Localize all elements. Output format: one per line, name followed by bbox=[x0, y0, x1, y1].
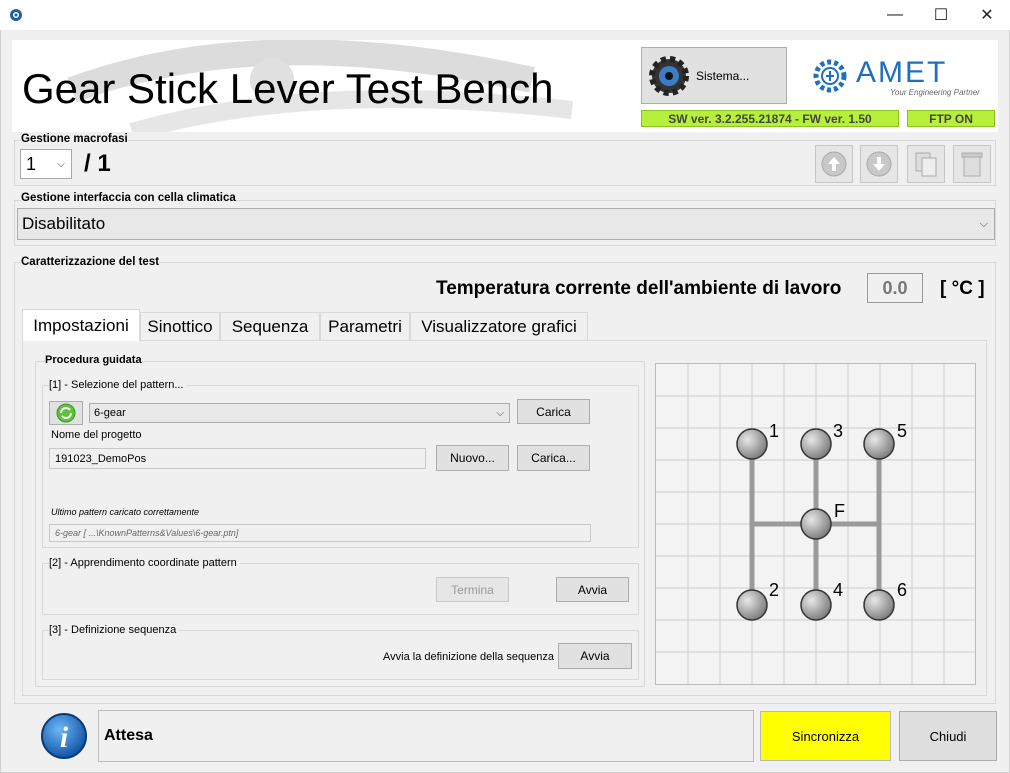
copy-button[interactable] bbox=[907, 145, 945, 183]
chevron-down-icon: ⌵ bbox=[496, 407, 504, 419]
system-button-label: Sistema... bbox=[696, 68, 750, 83]
arrow-down-icon bbox=[866, 151, 892, 177]
refresh-icon bbox=[56, 403, 76, 423]
gear-pattern-svg: 1 3 5 F 2 4 6 bbox=[656, 364, 975, 684]
procedura-label: Procedura guidata bbox=[45, 354, 142, 366]
brand-tagline: Your Engineering Partner bbox=[890, 88, 980, 97]
tab-sequenza[interactable]: Sequenza bbox=[220, 312, 320, 340]
tab-sinottico[interactable]: Sinottico bbox=[140, 312, 220, 340]
test-label: Caratterizzazione del test bbox=[21, 256, 160, 268]
sequence-hint: Avvia la definizione della sequenza bbox=[383, 651, 555, 663]
load-pattern-button[interactable]: Carica bbox=[517, 399, 590, 424]
start-learning-button[interactable]: Avvia bbox=[556, 577, 629, 602]
gear-2-label: 2 bbox=[769, 580, 779, 600]
step2-label: [2] - Apprendimento coordinate pattern bbox=[49, 557, 240, 569]
new-project-button[interactable]: Nuovo... bbox=[436, 445, 509, 471]
neutral-label: F bbox=[834, 501, 845, 521]
arrow-up-icon bbox=[821, 151, 847, 177]
project-name-label: Nome del progetto bbox=[51, 429, 142, 441]
brand-name: AMET bbox=[856, 56, 948, 89]
app-gear-icon bbox=[8, 7, 24, 23]
status-panel: Attesa bbox=[98, 710, 754, 762]
amet-logo: AMET Your Engineering Partner bbox=[810, 54, 980, 100]
temp-unit: [ °C ] bbox=[940, 278, 985, 299]
project-name-field[interactable]: 191023_DemoPos bbox=[49, 448, 426, 469]
gear-5-knob bbox=[863, 428, 895, 460]
app-title: Gear Stick Lever Test Bench bbox=[22, 65, 554, 112]
minimize-button[interactable]: — bbox=[872, 0, 918, 30]
gear-3-label: 3 bbox=[833, 421, 843, 441]
info-icon: i bbox=[38, 711, 90, 761]
system-button[interactable]: Sistema... bbox=[641, 47, 787, 104]
step1-label: [1] - Selezione del pattern... bbox=[49, 379, 187, 391]
close-window-button[interactable]: ✕ bbox=[964, 0, 1010, 30]
gear-4-label: 4 bbox=[833, 580, 843, 600]
chevron-down-icon: ⌵ bbox=[979, 217, 988, 230]
sync-button[interactable]: Sincronizza bbox=[760, 711, 891, 761]
delete-button[interactable] bbox=[953, 145, 991, 183]
refresh-button[interactable] bbox=[49, 401, 83, 425]
amet-logo-icon bbox=[810, 56, 850, 96]
gear-settings-icon bbox=[646, 53, 692, 99]
copy-icon bbox=[915, 152, 937, 177]
tab-visualizzatore[interactable]: Visualizzatore grafici bbox=[410, 312, 588, 340]
svg-text:i: i bbox=[60, 721, 69, 754]
gear-2-knob bbox=[736, 589, 768, 621]
load-project-button[interactable]: Carica... bbox=[517, 445, 590, 471]
close-button[interactable]: Chiudi bbox=[899, 711, 997, 761]
cella-label: Gestione interfaccia con cella climatica bbox=[21, 192, 236, 204]
pattern-selected: 6-gear bbox=[94, 407, 126, 419]
version-badge: SW ver. 3.2.255.21874 - FW ver. 1.50 bbox=[641, 110, 899, 127]
window-titlebar: — ☐ ✕ bbox=[0, 0, 1010, 30]
temp-value: 0.0 bbox=[867, 273, 923, 303]
ftp-status-badge: FTP ON bbox=[907, 110, 995, 127]
stop-learning-button[interactable]: Termina bbox=[436, 577, 509, 602]
pattern-select[interactable]: 6-gear ⌵ bbox=[89, 403, 510, 423]
tab-impostazioni[interactable]: Impostazioni bbox=[22, 309, 140, 341]
trash-icon bbox=[961, 152, 983, 177]
move-down-button[interactable] bbox=[860, 145, 898, 183]
maximize-button[interactable]: ☐ bbox=[918, 0, 964, 30]
cella-select[interactable]: Disabilitato ⌵ bbox=[17, 208, 995, 240]
macrofasi-total: / 1 bbox=[84, 150, 111, 177]
gear-3-knob bbox=[800, 428, 832, 460]
step3-label: [3] - Definizione sequenza bbox=[49, 624, 180, 636]
start-sequence-button[interactable]: Avvia bbox=[558, 643, 632, 669]
step2-group bbox=[42, 563, 639, 615]
gear-1-label: 1 bbox=[769, 421, 779, 441]
neutral-knob bbox=[800, 508, 832, 540]
gear-6-knob bbox=[863, 589, 895, 621]
tab-parametri[interactable]: Parametri bbox=[320, 312, 410, 340]
gear-4-knob bbox=[800, 589, 832, 621]
gear-6-label: 6 bbox=[897, 580, 907, 600]
move-up-button[interactable] bbox=[815, 145, 853, 183]
macrofasi-label: Gestione macrofasi bbox=[21, 133, 128, 145]
chevron-down-icon: ⌵ bbox=[57, 158, 65, 170]
gear-1-knob bbox=[736, 428, 768, 460]
macrofasi-selected: 1 bbox=[26, 153, 37, 174]
gear-5-label: 5 bbox=[897, 421, 907, 441]
last-pattern-field: 6-gear [ ...\KnownPatterns&Values\6-gear… bbox=[49, 524, 591, 542]
status-text: Attesa bbox=[104, 727, 153, 744]
last-pattern-label: Ultimo pattern caricato correttamente bbox=[51, 507, 200, 517]
temp-label: Temperatura corrente dell'ambiente di la… bbox=[436, 278, 842, 299]
macrofasi-select[interactable]: 1 ⌵ bbox=[20, 149, 72, 179]
gear-pattern-view: 1 3 5 F 2 4 6 bbox=[655, 363, 976, 685]
cella-selected: Disabilitato bbox=[22, 214, 106, 233]
